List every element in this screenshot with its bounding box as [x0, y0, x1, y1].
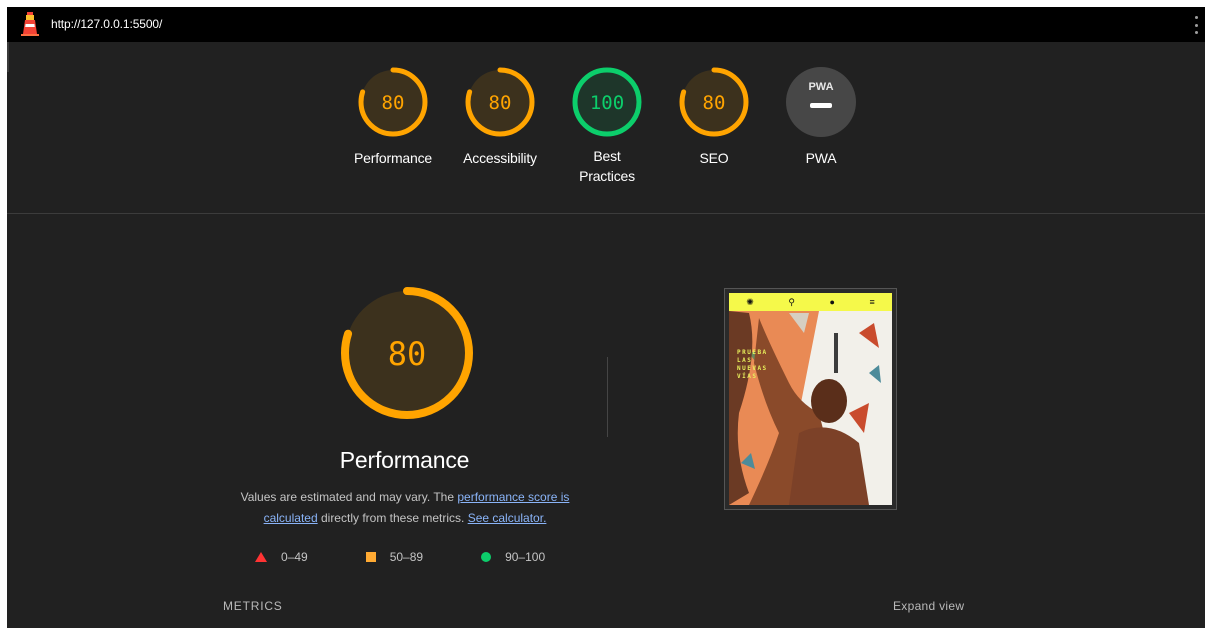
performance-description: Values are estimated and may vary. The p…	[219, 487, 591, 529]
overlay-line: LAS	[737, 357, 753, 364]
logo-icon: ✺	[746, 296, 754, 307]
gauge-ring: 80	[465, 67, 535, 137]
overlay-line: PRUEBA	[737, 349, 768, 356]
screenshot-navbar: ✺ ⚲ ● ≡	[729, 293, 892, 311]
square-icon	[365, 552, 376, 562]
gauge-pwa[interactable]: PWA PWA	[771, 64, 871, 168]
legend-pass: 90–100	[481, 550, 545, 564]
gauge-label: Accessibility	[463, 150, 537, 166]
section-divider	[7, 213, 1205, 214]
overlay-line: NUEVAS	[737, 365, 768, 372]
page-screenshot-image: ✺ ⚲ ● ≡ PRUEBA LAS NUEVAS VÍAS	[729, 293, 892, 505]
triangle-icon	[255, 552, 267, 562]
expand-view-button[interactable]: Expand view	[893, 599, 964, 613]
legend-range: 0–49	[281, 550, 308, 564]
desc-text: directly from these metrics.	[317, 511, 468, 525]
pwa-badge-text: PWA	[808, 81, 833, 93]
gauge-score: 80	[489, 92, 512, 114]
vertical-divider	[607, 357, 608, 437]
scroll-edge	[7, 42, 9, 72]
legend-fail: 0–49	[255, 550, 308, 564]
gauge-score: 80	[703, 92, 726, 114]
performance-gauge: 80	[341, 287, 473, 419]
legend-range: 50–89	[389, 550, 424, 564]
final-screenshot[interactable]: ✺ ⚲ ● ≡ PRUEBA LAS NUEVAS VÍAS	[724, 288, 897, 510]
screenshot-overlay-text: PRUEBA LAS NUEVAS VÍAS	[737, 349, 768, 381]
gauge-label: SEO	[699, 150, 729, 166]
legend-range: 90–100	[505, 550, 546, 564]
report-topbar: http://127.0.0.1:5500/	[7, 7, 1205, 42]
gauge-label: Performance	[354, 150, 432, 166]
gauge-ring: 80	[679, 67, 749, 137]
performance-score: 80	[388, 335, 427, 373]
gauge-accessibility[interactable]: 80 Accessibility	[450, 64, 550, 168]
gauge-label: Best Practices	[579, 148, 635, 184]
report-url[interactable]: http://127.0.0.1:5500/	[51, 17, 162, 31]
desc-text: Values are estimated and may vary. The	[240, 490, 458, 504]
gauge-score: 80	[382, 92, 405, 114]
screenshot-artwork	[729, 311, 892, 505]
metrics-heading: METRICS	[223, 599, 283, 613]
gauge-ring: 80	[358, 67, 428, 137]
performance-title: Performance	[339, 447, 470, 473]
gauge-score: 100	[590, 92, 624, 114]
gauge-label: PWA	[805, 150, 837, 166]
user-icon: ●	[829, 297, 835, 307]
gauge-ring: 100	[572, 67, 642, 137]
circle-icon	[481, 552, 492, 562]
lighthouse-logo-icon	[21, 12, 39, 36]
gauge-performance[interactable]: 80 Performance	[343, 64, 443, 168]
legend-average: 50–89	[365, 550, 424, 564]
menu-icon: ≡	[869, 297, 875, 307]
gauge-best-practices[interactable]: 100 Best Practices	[557, 64, 657, 186]
search-icon: ⚲	[788, 296, 795, 307]
see-calculator-link[interactable]: See calculator.	[468, 511, 547, 525]
overlay-line: VÍAS	[737, 373, 758, 380]
tools-menu-icon[interactable]	[1195, 16, 1199, 34]
gauge-seo[interactable]: 80 SEO	[664, 64, 764, 168]
lighthouse-report: http://127.0.0.1:5500/ 80 Performance 80…	[7, 7, 1205, 628]
pwa-badge-icon: PWA	[786, 67, 856, 137]
score-legend: 0–49 50–89 90–100	[255, 550, 603, 564]
